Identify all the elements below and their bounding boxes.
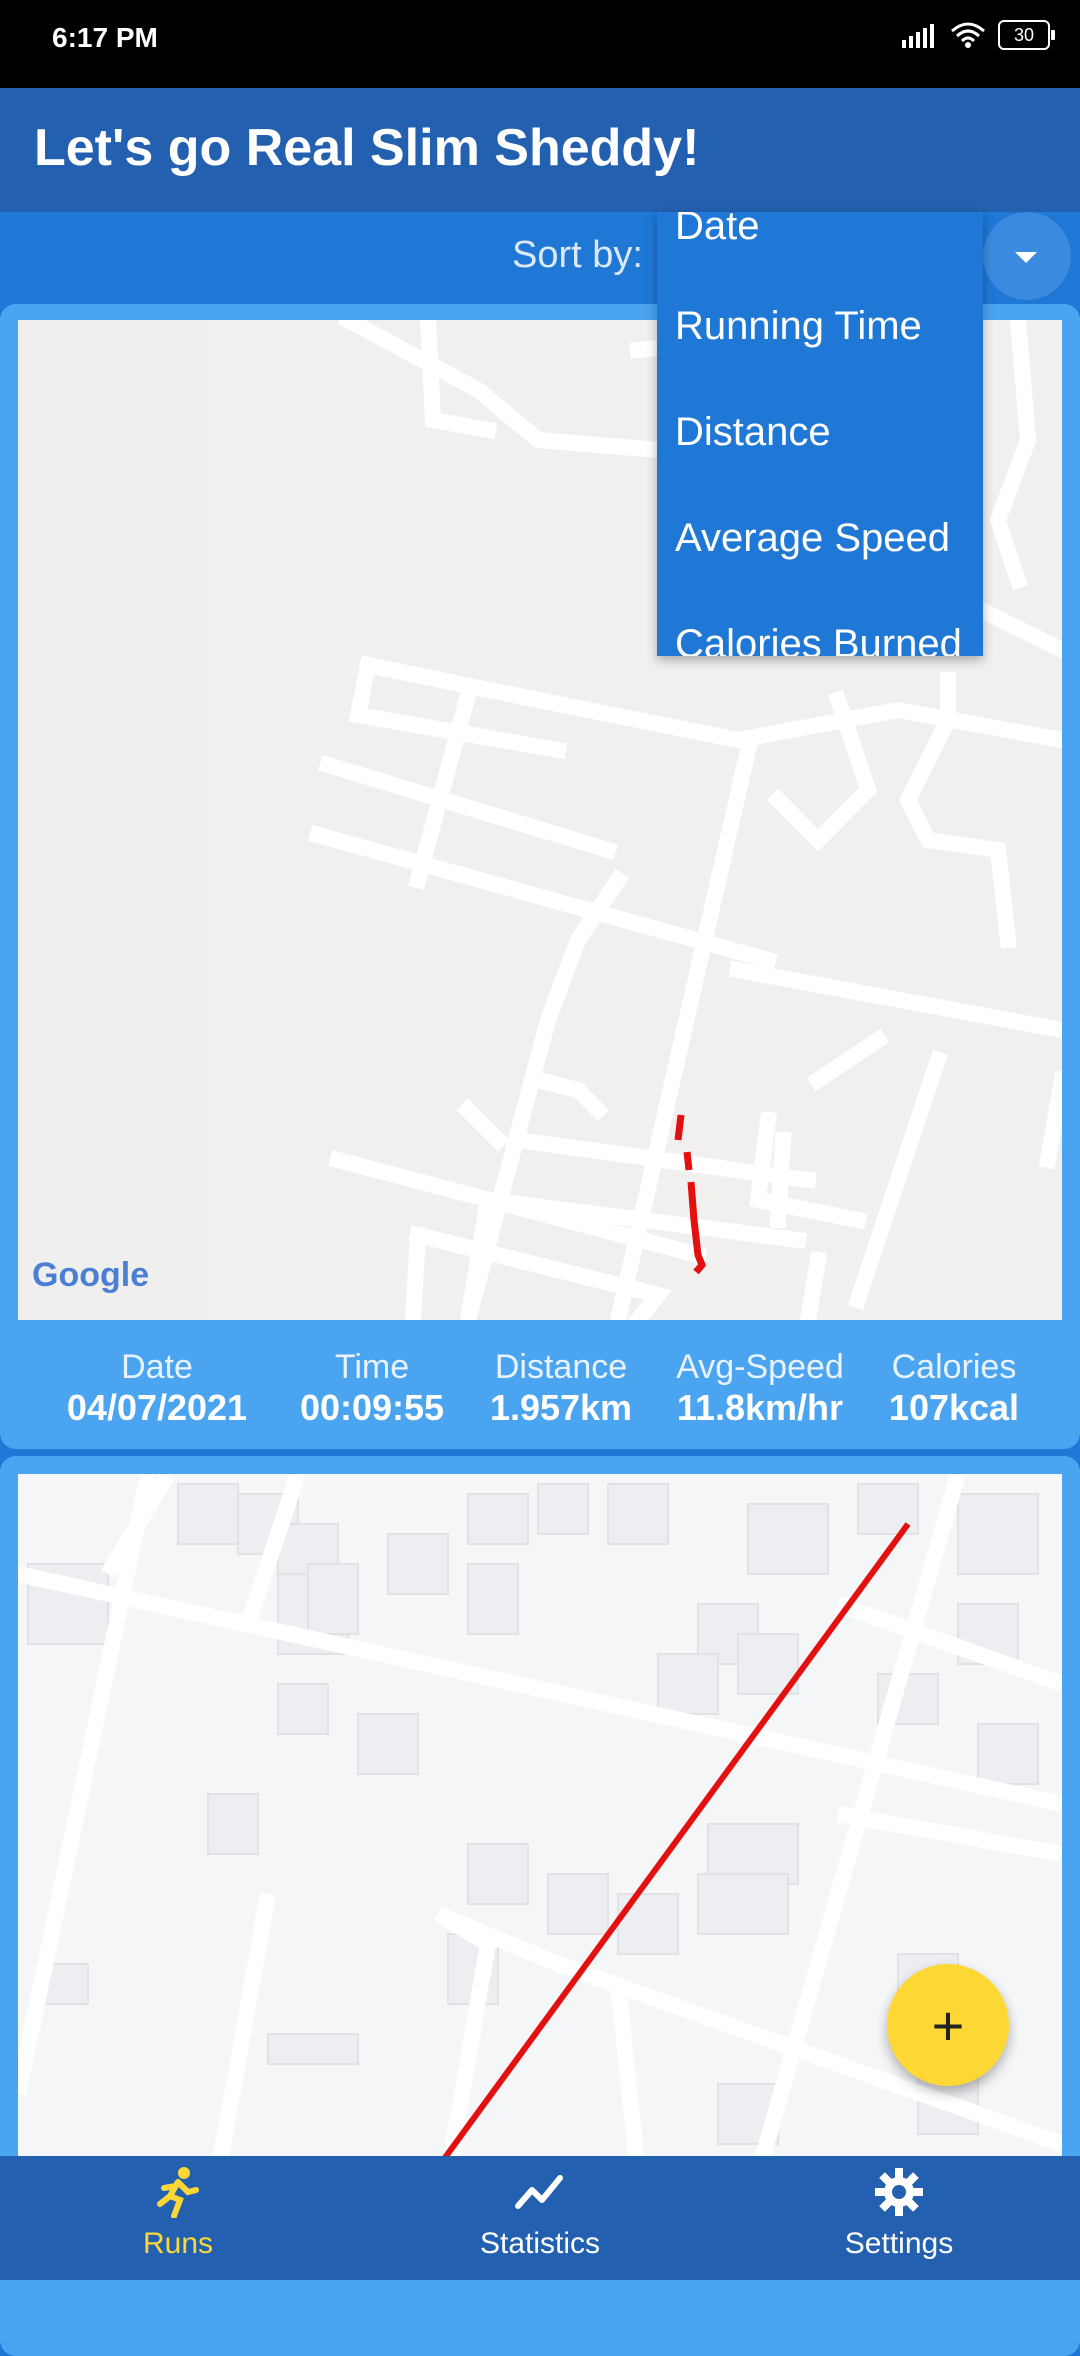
stat-avg-speed: Avg-Speed 11.8km/hr [676, 1348, 844, 1429]
sort-option-running-time[interactable]: Running Time [675, 304, 922, 349]
sort-dropdown-button[interactable] [983, 212, 1071, 300]
stat-date: Date 04/07/2021 [67, 1348, 247, 1429]
nav-item-statistics[interactable]: Statistics [420, 2166, 660, 2261]
sort-option-date[interactable]: Date [675, 212, 760, 249]
chart-line-icon [515, 2175, 563, 2209]
nav-item-runs[interactable]: Runs [58, 2166, 298, 2261]
stat-avg-speed-label: Avg-Speed [676, 1348, 844, 1386]
signal-icon [902, 24, 934, 48]
stat-calories: Calories 107kcal [889, 1348, 1019, 1429]
chevron-down-icon [1015, 252, 1037, 263]
wifi-icon [951, 22, 985, 48]
stat-avg-speed-value: 11.8km/hr [676, 1387, 844, 1428]
gear-icon [875, 2168, 923, 2216]
runner-icon [157, 2167, 199, 2219]
nav-label-settings: Settings [844, 2227, 954, 2260]
page-title: Let's go Real Slim Sheddy! [34, 119, 700, 177]
sort-dropdown-menu[interactable]: Date Running Time Distance Average Speed… [657, 212, 983, 656]
nav-item-settings[interactable]: Settings [779, 2166, 1019, 2261]
status-time: 6:17 PM [52, 22, 158, 53]
status-icons: 30 [902, 20, 1055, 50]
stat-date-label: Date [121, 1348, 193, 1386]
stat-time: Time 00:09:55 [300, 1348, 444, 1429]
add-run-button[interactable]: + [887, 1964, 1009, 2086]
stat-date-value: 04/07/2021 [66, 1387, 248, 1428]
sort-option-average-speed[interactable]: Average Speed [675, 516, 950, 561]
run-stats: Date 04/07/2021 Time 00:09:55 Distance 1… [0, 1348, 1080, 1438]
status-bar: 6:17 PM 30 [0, 0, 1080, 88]
app-bar: Let's go Real Slim Sheddy! [0, 88, 1080, 212]
nav-label-statistics: Statistics [479, 2227, 601, 2260]
stat-distance-label: Distance [494, 1348, 628, 1386]
sort-option-calories-burned[interactable]: Calories Burned [675, 622, 962, 656]
stat-calories-value: 107kcal [888, 1387, 1020, 1428]
bottom-navigation: Runs Statistics Settings [0, 2156, 1080, 2280]
nav-label-runs: Runs [142, 2227, 214, 2260]
sort-label: Sort by: [512, 234, 643, 276]
stat-distance-value: 1.957km [489, 1387, 633, 1428]
battery-icon: 30 [998, 20, 1055, 50]
stat-distance: Distance 1.957km [490, 1348, 632, 1429]
sort-option-distance[interactable]: Distance [675, 410, 831, 455]
plus-icon: + [931, 1993, 965, 2057]
battery-level: 30 [1013, 24, 1035, 45]
stat-time-value: 00:09:55 [299, 1387, 445, 1428]
stat-time-label: Time [334, 1348, 410, 1386]
stat-calories-label: Calories [891, 1348, 1017, 1386]
map-attribution: Google [32, 1256, 150, 1294]
